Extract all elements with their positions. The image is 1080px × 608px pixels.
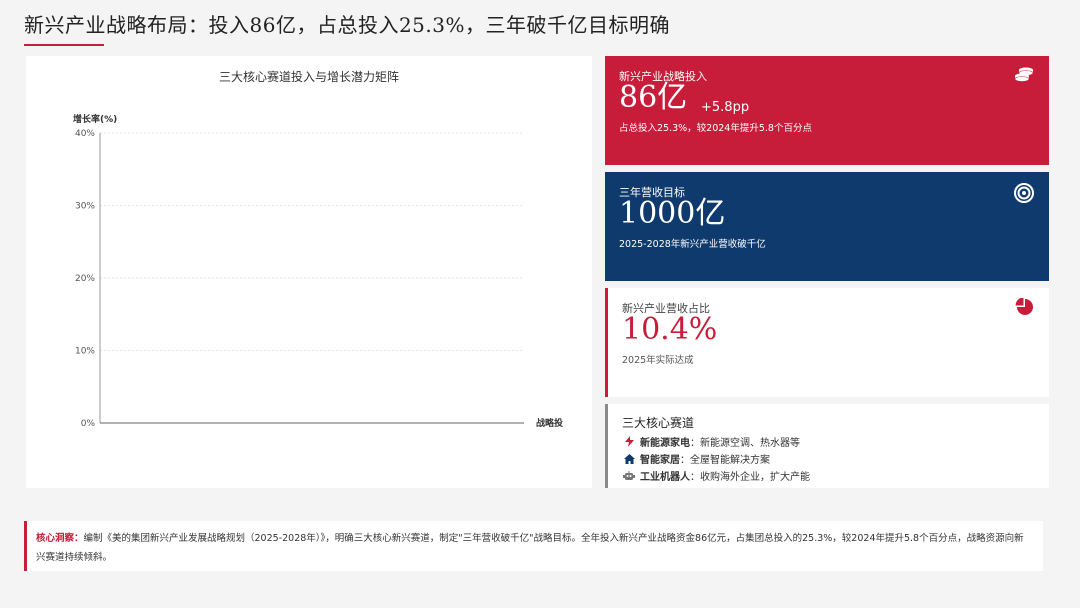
share-value: 10.4% bbox=[622, 312, 718, 347]
chart-panel: 三大核心赛道投入与增长潜力矩阵 0% 10% 20% 30% 40% 增长率(%) 战略… bbox=[26, 56, 592, 488]
y-axis-label: 增长率(%) bbox=[73, 113, 117, 125]
investment-value: 86亿 bbox=[619, 80, 688, 115]
track-desc: 新能源空调、热水器等 bbox=[700, 438, 800, 449]
y-tick-label: 0% bbox=[81, 419, 96, 429]
pie-chart-icon bbox=[1015, 297, 1035, 320]
insight-text: 编制《美的集团新兴产业发展战略规划（2025-2028年）》，明确三大核心新兴赛… bbox=[36, 533, 1024, 563]
y-tick-label: 10% bbox=[75, 347, 95, 357]
investment-card: 新兴产业战略投入 86亿 +5.8pp 占总投入25.3%，较2024年提升5.… bbox=[605, 56, 1049, 165]
tracks-title: 三大核心赛道 bbox=[622, 416, 695, 430]
share-card: 新兴产业营收占比 10.4% 2025年实际达成 bbox=[605, 288, 1049, 397]
target-note: 2025-2028年新兴产业营收破千亿 bbox=[619, 239, 766, 250]
investment-delta: +5.8pp bbox=[701, 100, 750, 115]
coins-icon bbox=[1013, 66, 1035, 86]
investment-note: 占总投入25.3%，较2024年提升5.8个百分点 bbox=[619, 123, 812, 134]
target-value: 1000亿 bbox=[619, 196, 726, 231]
y-tick-label: 40% bbox=[75, 129, 95, 139]
insight-label: 核心洞察： bbox=[36, 533, 84, 544]
track-name: 工业机器人 bbox=[640, 472, 690, 483]
page-title: 新兴产业战略布局：投入86亿，占总投入25.3%，三年破千亿目标明确 bbox=[24, 13, 670, 37]
y-tick-label: 30% bbox=[75, 202, 95, 212]
track-name: 新能源家电 bbox=[640, 438, 690, 449]
bolt-icon bbox=[622, 436, 636, 447]
track-desc: 收购海外企业，扩大产能 bbox=[700, 472, 810, 483]
robot-icon bbox=[622, 470, 636, 481]
home-icon bbox=[622, 453, 636, 464]
insight-box: 核心洞察：编制《美的集团新兴产业发展战略规划（2025-2028年）》，明确三大… bbox=[24, 521, 1043, 571]
track-item: 工业机器人：收购海外企业，扩大产能 bbox=[622, 468, 810, 483]
track-name: 智能家居 bbox=[640, 455, 680, 466]
target-icon bbox=[1013, 182, 1035, 208]
chart-plot: 0% 10% 20% 30% 40% 增长率(%) 战略投 bbox=[73, 113, 563, 429]
target-card: 三年营收目标 1000亿 2025-2028年新兴产业营收破千亿 bbox=[605, 172, 1049, 281]
x-axis-label: 战略投 bbox=[536, 417, 563, 429]
tracks-card: 三大核心赛道 新能源家电：新能源空调、热水器等 智能家居：全屋智能解决方案 工业… bbox=[605, 404, 1049, 488]
y-tick-label: 20% bbox=[75, 274, 95, 284]
title-underline bbox=[24, 44, 104, 46]
track-item: 智能家居：全屋智能解决方案 bbox=[622, 451, 770, 466]
share-note: 2025年实际达成 bbox=[622, 355, 694, 366]
track-item: 新能源家电：新能源空调、热水器等 bbox=[622, 434, 800, 449]
track-desc: 全屋智能解决方案 bbox=[690, 455, 770, 466]
